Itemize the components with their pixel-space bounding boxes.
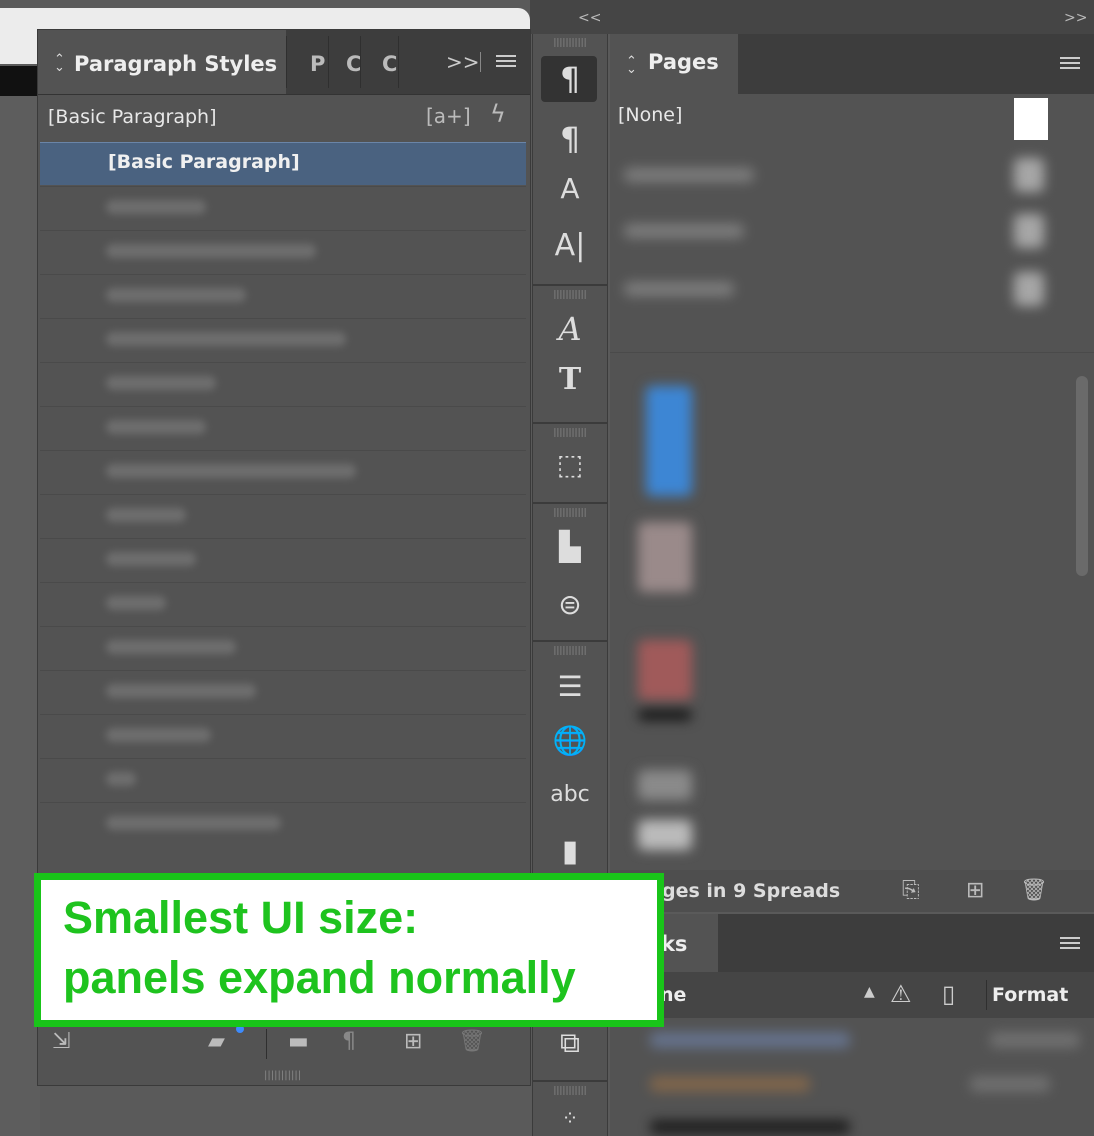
new-group-icon[interactable]: ▬ (288, 1029, 309, 1054)
sort-up-icon[interactable]: ▲ (864, 984, 875, 1000)
style-row[interactable] (40, 538, 526, 582)
style-row[interactable] (40, 802, 526, 846)
links-icon[interactable]: ⧉ (533, 1026, 607, 1060)
pages-count: ges in 9 Spreads (662, 880, 841, 902)
resize-grip[interactable]: ||||||||||| (264, 1070, 301, 1081)
none-master-thumbnail[interactable] (1014, 98, 1048, 140)
style-row[interactable] (40, 274, 526, 318)
style-row[interactable] (40, 450, 526, 494)
tab-p[interactable]: P (310, 52, 325, 76)
links-header: ne ▲ ⚠ ▯ Format (610, 972, 1094, 1018)
quick-folder-icon[interactable]: ▰ (208, 1029, 225, 1054)
menu-icon[interactable] (496, 52, 516, 70)
style-row[interactable] (40, 494, 526, 538)
edit-page-size-icon[interactable]: ⎘ (902, 878, 920, 903)
load-styles-icon[interactable]: ⇲ (52, 1029, 70, 1054)
style-row[interactable] (40, 186, 526, 230)
updown-icon[interactable]: ⌃ ⌄ (626, 55, 637, 76)
page-icon[interactable]: ▯ (942, 980, 955, 1008)
align-icon[interactable]: ▙ (533, 530, 607, 563)
new-page-icon[interactable]: ⊞ (966, 878, 984, 903)
tab-bar: ⌃ ⌄ Paragraph Styles P C C >> (38, 30, 530, 95)
style-row[interactable] (40, 318, 526, 362)
callout-line1: Smallest UI size: (63, 892, 419, 943)
clear-override-icon[interactable]: ¶ (342, 1029, 356, 1054)
new-style-with-override-icon[interactable]: [a+] (426, 104, 471, 128)
style-row[interactable] (40, 758, 526, 802)
links-panel: nks ne ▲ ⚠ ▯ Format (610, 914, 1094, 1136)
tab-paragraph-styles[interactable]: ⌃ ⌄ Paragraph Styles (38, 30, 286, 94)
style-name: [Basic Paragraph] (108, 151, 300, 173)
lightning-icon[interactable]: ϟ (490, 100, 506, 128)
tab-bar: nks (610, 914, 1094, 972)
hyperlinks-icon[interactable]: 🌐 (533, 724, 607, 757)
tab-pages[interactable]: ⌃ ⌄ Pages (610, 34, 738, 94)
pages-panel: ⌃ ⌄ Pages [None] ges in 9 Spreads ⎘ ⊞ 🗑 (610, 34, 1094, 912)
collapse-right-icon[interactable]: >> (1064, 10, 1087, 26)
delete-icon[interactable]: 🗑 (458, 1029, 486, 1054)
spelling-icon[interactable]: abc (533, 782, 607, 807)
style-row[interactable] (40, 582, 526, 626)
none-master-label[interactable]: [None] (618, 104, 682, 126)
menu-icon[interactable] (1060, 934, 1080, 952)
ruler (0, 66, 40, 96)
style-row[interactable] (40, 626, 526, 670)
style-row[interactable] (40, 362, 526, 406)
tab-c2[interactable]: C (382, 52, 397, 76)
distribute-icon[interactable]: ⊜ (533, 588, 607, 621)
interactive-icon[interactable]: ☰ (533, 670, 607, 703)
warning-icon[interactable]: ⚠ (890, 980, 912, 1008)
style-row-selected[interactable]: [Basic Paragraph] (40, 142, 526, 185)
paragraph-styles-icon[interactable]: ¶ (533, 60, 607, 98)
updown-icon[interactable]: ⌃ ⌄ (54, 53, 65, 74)
new-style-icon[interactable]: ⊞ (404, 1029, 422, 1054)
glyphs-icon[interactable]: A (533, 310, 607, 348)
callout-line2: panels expand normally (63, 952, 576, 1003)
more-tabs-icon[interactable]: >> (446, 50, 480, 74)
style-row[interactable] (40, 714, 526, 758)
annotation-callout: Smallest UI size: panels expand normally (34, 873, 664, 1027)
tab-label: Paragraph Styles (74, 52, 278, 76)
style-row[interactable] (40, 230, 526, 274)
format-column-header[interactable]: Format (992, 984, 1068, 1006)
panel-dock-header: << >> (530, 0, 1094, 34)
tab-bar: ⌃ ⌄ Pages (610, 34, 1094, 94)
scrollbar[interactable] (1076, 376, 1088, 576)
delete-page-icon[interactable]: 🗑 (1020, 878, 1048, 903)
pages-footer: ges in 9 Spreads ⎘ ⊞ 🗑 (610, 870, 1094, 912)
character-icon[interactable]: A| (533, 228, 607, 263)
current-style-label: [Basic Paragraph] (48, 106, 217, 128)
bookmark-icon[interactable]: ▮ (533, 834, 607, 869)
style-row[interactable] (40, 406, 526, 450)
dots-icon[interactable]: ⁘ (533, 1106, 607, 1130)
text-wrap-icon[interactable]: T (533, 362, 607, 397)
panel-footer: ⇲ ▰ ▬ ¶ ⊞ 🗑 (38, 1025, 530, 1063)
style-row[interactable] (40, 670, 526, 714)
collapse-left-icon[interactable]: << (578, 10, 601, 26)
object-styles-icon[interactable]: ⬚ (533, 448, 607, 481)
tab-label: Pages (648, 50, 719, 74)
paragraph-icon[interactable]: ¶ (533, 120, 607, 158)
callout-box: Smallest UI size: panels expand normally (41, 880, 657, 1020)
menu-icon[interactable] (1060, 54, 1080, 72)
character-styles-icon[interactable]: A (533, 172, 607, 205)
